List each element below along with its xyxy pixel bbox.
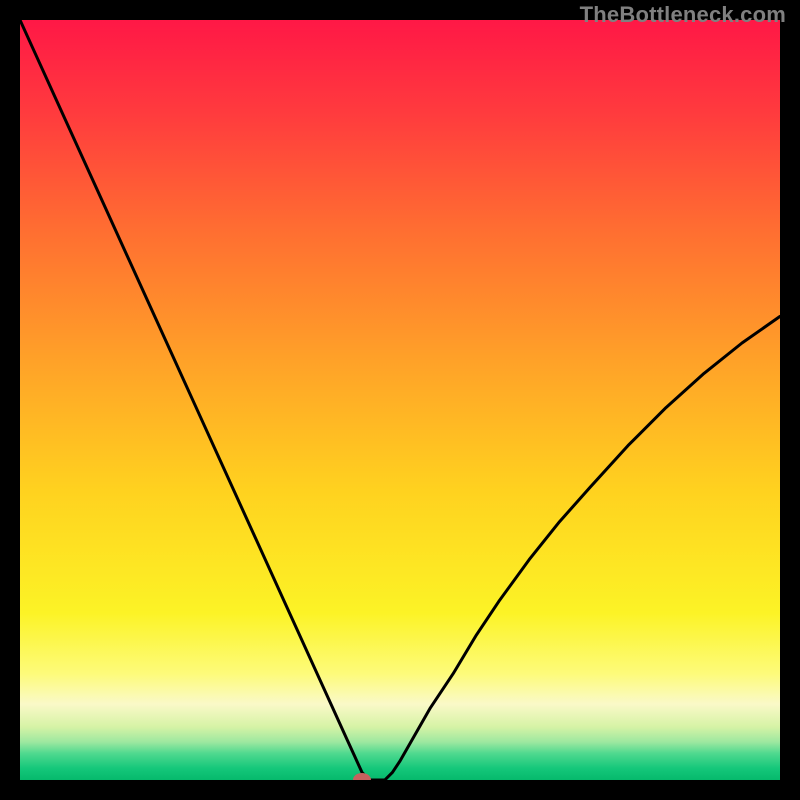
source-watermark: TheBottleneck.com bbox=[580, 2, 786, 28]
chart-frame: TheBottleneck.com bbox=[0, 0, 800, 800]
chart-svg bbox=[20, 20, 780, 780]
plot-area bbox=[20, 20, 780, 780]
gradient-background bbox=[20, 20, 780, 780]
